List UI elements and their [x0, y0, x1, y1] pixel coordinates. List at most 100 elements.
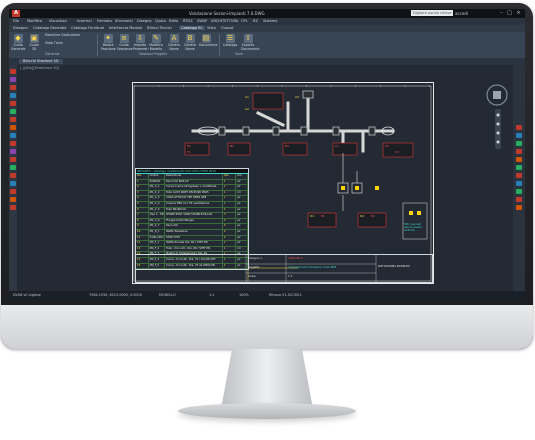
minimize-icon[interactable]: – — [498, 10, 505, 16]
tool-icon[interactable] — [10, 109, 16, 114]
table-cell: Tubo GUST WATP DN 65/90 PN25 — [165, 190, 223, 196]
tool-icon[interactable] — [516, 189, 522, 194]
close-icon[interactable]: × — [515, 10, 522, 16]
tool-icon[interactable] — [516, 125, 522, 130]
ribbon-button[interactable]: ≡ Guida Sequenze — [117, 34, 133, 51]
tab-catalogo-ec[interactable]: Catalogo EC — [179, 26, 205, 30]
table-cell: 9 — [136, 224, 149, 229]
user-signin-link[interactable]: accedi — [455, 11, 468, 16]
drawing-number: 3190-ST-G — [288, 256, 303, 260]
app-logo-icon[interactable]: A — [12, 10, 20, 17]
document-tab[interactable]: Blocchi Stazione 2D — [19, 59, 63, 64]
tool-icon[interactable] — [10, 157, 16, 162]
menu-item[interactable]: Sistema — [263, 19, 277, 23]
tab-disegno[interactable]: Disegno — [13, 26, 28, 30]
tab-catalogo-generale[interactable]: Catalogo Generale — [33, 26, 67, 30]
menu-item[interactable]: RTOZ — [183, 19, 193, 23]
tool-icon[interactable] — [10, 125, 16, 130]
menu-item[interactable]: Disegna — [137, 19, 152, 23]
table-cell: 3 — [223, 224, 237, 229]
ribbon-button[interactable]: ⇧ Esporta Documento — [241, 34, 259, 51]
right-toolbar — [513, 65, 525, 291]
status-layer[interactable]: Ritrovo 51-SCCM11 — [269, 293, 302, 297]
menu-item[interactable]: Inserisci — [77, 19, 92, 23]
menu-item[interactable]: SWAP — [197, 19, 207, 23]
tool-icon[interactable] — [10, 133, 16, 138]
table-cell: pz — [236, 201, 248, 207]
tool-icon[interactable] — [10, 197, 16, 202]
ribbon-button[interactable]: ✎ Modifica Modello — [149, 34, 163, 51]
ribbon-button[interactable]: ◆ Guida Generale — [11, 34, 26, 51]
tab-output[interactable]: Output — [221, 26, 233, 30]
viewcube-icon[interactable] — [485, 83, 509, 107]
table-cell: Tipo 1 - EN-50-2 — [149, 213, 166, 218]
tool-icon[interactable] — [10, 141, 16, 146]
ribbon-button[interactable]: Macchine Costruzione — [45, 33, 81, 38]
catalog-icon: ☰ — [225, 34, 235, 43]
menu-item[interactable]: ARCHITETTURA — [211, 19, 238, 23]
tool-icon[interactable] — [516, 157, 522, 162]
tab-ritrovi-tecnici[interactable]: Ritrovi Tecnici — [147, 26, 172, 30]
tool-icon[interactable] — [10, 165, 16, 170]
menu-item[interactable]: File — [13, 19, 19, 23]
menu-item[interactable]: Formato — [97, 19, 112, 23]
menu-item[interactable]: Modifica — [27, 19, 42, 23]
ribbon-button[interactable]: ▣ Guida 3D — [27, 34, 41, 51]
table-cell: M1_C_1 — [149, 185, 166, 190]
status-zoom[interactable]: 100% — [239, 293, 249, 297]
tab-catalogo-forniture[interactable]: Catalogo Forniture — [71, 26, 104, 30]
menu-item[interactable]: CPL — [241, 19, 248, 23]
tool-icon[interactable] — [10, 173, 16, 178]
drawing-label: C2 — [385, 144, 390, 148]
tool-icon[interactable] — [516, 173, 522, 178]
ribbon-button[interactable]: ☰ Catalogo — [223, 34, 237, 48]
drawing-label: D1 — [310, 214, 315, 218]
menu-item[interactable]: Visualizza — [49, 19, 67, 23]
maximize-icon[interactable]: □ — [506, 10, 513, 16]
drawing-canvas[interactable]: [-][Alto][Wireframe 2D] A1 A2 A3 B1 B2 B… — [17, 65, 513, 291]
menu-item[interactable]: RZ — [253, 19, 258, 23]
nav-bar[interactable] — [495, 109, 501, 149]
ribbon-panel: ◆ Guida Generale ▣ Guida 3D Macchine Costr… — [9, 32, 525, 59]
tool-icon[interactable] — [10, 85, 16, 90]
table-cell: M1_C_4 — [149, 201, 166, 207]
menu-item[interactable]: Edita — [169, 19, 178, 23]
tool-icon[interactable] — [10, 181, 16, 186]
status-scale[interactable]: 1:1 — [209, 293, 214, 297]
ribbon-button[interactable]: ▤ Documenta — [199, 34, 217, 48]
drawing-label: A3 — [295, 95, 299, 99]
ribbon-button[interactable]: ✦ Mostra Posizione — [101, 34, 116, 51]
tool-icon[interactable] — [516, 197, 522, 202]
position-icon: ✦ — [103, 34, 113, 43]
search-input[interactable]: Digitare parola chiave o frase — [411, 10, 453, 21]
ribbon-button[interactable]: A Genera Nome — [167, 34, 181, 51]
tool-icon[interactable] — [10, 149, 16, 154]
menu-item[interactable]: Strumenti — [115, 19, 133, 23]
table-cell: Curva ricerca all'ingresso + modificata — [165, 185, 223, 190]
ribbon-separator — [97, 34, 98, 56]
tool-icon[interactable] — [516, 149, 522, 154]
tool-icon[interactable] — [516, 205, 522, 210]
table-cell: ml — [236, 246, 248, 252]
tool-icon[interactable] — [10, 77, 16, 82]
viewport-label[interactable]: [-][Alto][Wireframe 2D] — [20, 66, 59, 70]
tab-interfaccia-modulo[interactable]: Interfaccia Modulo — [109, 26, 142, 30]
ribbon-button[interactable]: B Genera Nome — [183, 34, 197, 51]
tool-icon[interactable] — [10, 117, 16, 122]
tab-vista[interactable]: Vista — [207, 26, 216, 30]
ribbon-button[interactable]: Vista Tiene — [45, 41, 81, 46]
tool-icon[interactable] — [10, 189, 16, 194]
drawing-label: D2 — [360, 214, 365, 218]
tool-icon[interactable] — [10, 101, 16, 106]
menu-item[interactable]: Quota — [155, 19, 166, 23]
tool-icon[interactable] — [516, 133, 522, 138]
status-model[interactable]: MODELLO — [159, 293, 176, 297]
tool-icon[interactable] — [10, 205, 16, 210]
table-cell: Cuscino PEO con T.P. ventilazione — [165, 201, 223, 207]
tool-icon[interactable] — [516, 181, 522, 186]
tool-icon[interactable] — [10, 69, 16, 74]
tool-icon[interactable] — [516, 165, 522, 170]
tool-icon[interactable] — [10, 93, 16, 98]
tool-icon[interactable] — [516, 141, 522, 146]
ribbon-button[interactable]: ⇩ Importa Parametri — [133, 34, 149, 51]
